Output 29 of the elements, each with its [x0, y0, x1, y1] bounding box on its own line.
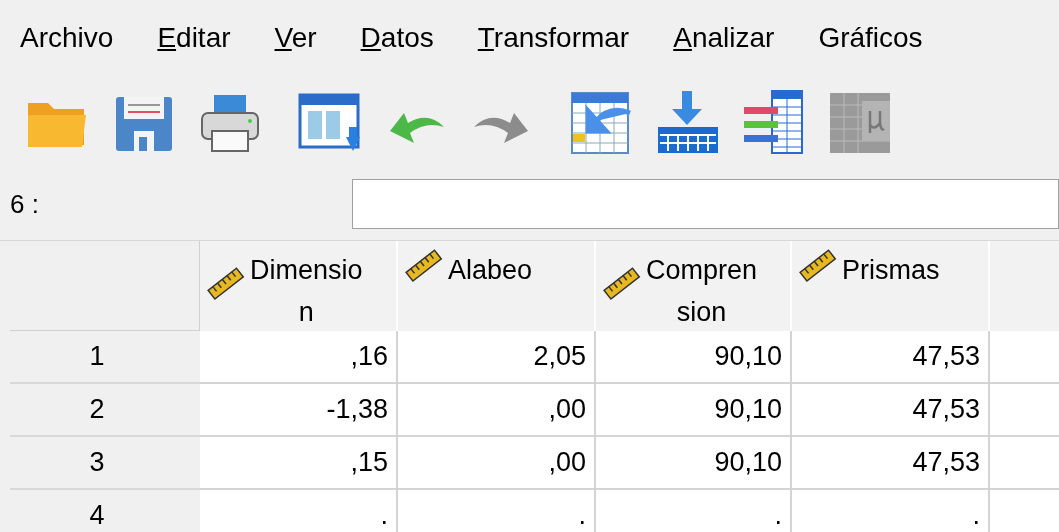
menu-item[interactable]: Gráficos [818, 16, 923, 59]
menu-item[interactable]: Ver [274, 16, 317, 59]
menu-item[interactable]: Archivo [20, 16, 114, 59]
table-cell: ,15 [200, 437, 398, 490]
table-cell: ,00 [398, 384, 596, 437]
menu-item[interactable]: Editar [157, 16, 231, 59]
column-header-label: Compren sion [646, 254, 758, 329]
menu-item[interactable]: Analizar [673, 16, 775, 59]
table-cell: . [792, 490, 990, 532]
cell-reference-label: 6 : [10, 187, 40, 221]
table-cell: . [596, 490, 792, 532]
table-cell: ,00 [398, 437, 596, 490]
column-header-label: Alabeo [448, 254, 533, 287]
table-cell: . [200, 490, 398, 532]
table-cell: 90,10 [596, 384, 792, 437]
menu-item[interactable]: Datos [360, 16, 434, 59]
table-cell: 47,53 [792, 437, 990, 490]
table-cell: ,16 [200, 331, 398, 384]
table-cell: 47,53 [792, 331, 990, 384]
table-cell: 90,10 [596, 331, 792, 384]
table-cell: 2,05 [398, 331, 596, 384]
cell-value-field[interactable] [352, 179, 1059, 229]
column-header-label: Prismas [842, 254, 940, 287]
column-header-label: Dimensio n [250, 254, 363, 329]
table-cell: 47,53 [792, 384, 990, 437]
table-cell: . [398, 490, 596, 532]
table-cell: 90,10 [596, 437, 792, 490]
table-cell: -1,38 [200, 384, 398, 437]
menu-item[interactable]: Transformar [477, 16, 630, 59]
